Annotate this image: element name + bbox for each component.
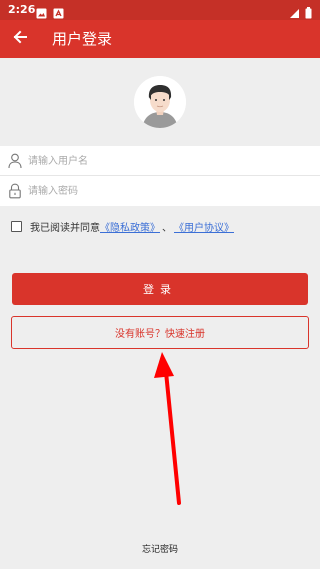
username-input[interactable]: [28, 151, 308, 171]
agreement-separator: 、: [162, 222, 172, 234]
agreement-checkbox[interactable]: [11, 220, 22, 232]
avatar[interactable]: [134, 76, 186, 128]
agreement-row: 我已阅读并同意 《隐私政策》 、 《用户协议》: [11, 218, 234, 234]
user-agreement-link[interactable]: 《用户协议》: [174, 219, 234, 234]
app-bar: 用户登录: [0, 20, 320, 58]
register-button[interactable]: 没有账号？快速注册: [11, 316, 309, 349]
agreement-text: 我已阅读并同意: [30, 222, 100, 234]
battery-icon: [305, 4, 312, 19]
password-row: [0, 176, 320, 206]
password-input[interactable]: [28, 181, 308, 201]
lock-icon: [8, 183, 22, 199]
image-icon: [36, 4, 47, 19]
login-form: [0, 146, 320, 206]
forgot-password-link[interactable]: 忘记密码: [0, 542, 320, 555]
login-button[interactable]: 登录: [12, 273, 308, 305]
back-button[interactable]: [8, 27, 32, 51]
default-user-avatar-icon: [134, 76, 186, 128]
signal-icon: [289, 4, 300, 18]
user-icon: [8, 153, 22, 169]
notification-icon: [53, 4, 64, 19]
privacy-policy-link[interactable]: 《隐私政策》: [100, 219, 160, 234]
username-row: [0, 146, 320, 176]
status-bar: 2:26: [0, 0, 320, 20]
status-time: 2:26: [8, 3, 36, 16]
arrow-left-icon: [12, 29, 28, 49]
page-title: 用户登录: [52, 30, 113, 48]
